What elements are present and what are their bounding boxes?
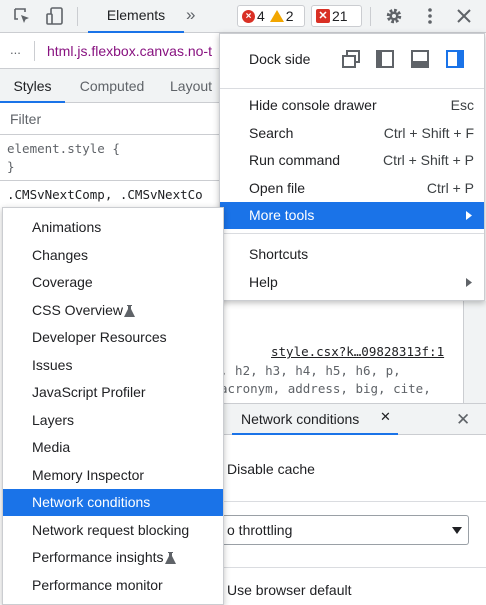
menu-item-network-request-blocking[interactable]: Network request blocking (3, 517, 223, 544)
breadcrumb-dots[interactable]: ... (10, 42, 21, 57)
element-style-close: } (7, 159, 15, 174)
chevron-right-icon (466, 278, 472, 287)
code-line: acronym, address, big, cite, (220, 381, 431, 396)
menu-item-label: Hide console drawer (249, 97, 377, 113)
menu-item-animations[interactable]: Animations (3, 214, 223, 241)
menu-item-label: More tools (249, 207, 315, 223)
experimental-flask-icon (124, 305, 136, 318)
disable-cache-label[interactable]: Disable cache (227, 461, 315, 477)
issues-badge[interactable]: ✕ 21 (311, 5, 362, 27)
menu-item-hide-console-drawer[interactable]: Hide console drawer Esc (220, 92, 484, 119)
throttling-select[interactable]: o throttling (224, 515, 469, 545)
menu-item-media[interactable]: Media (3, 434, 223, 461)
filter-bar: Filter (0, 103, 220, 135)
throttling-value: o throttling (227, 522, 293, 538)
breadcrumb-node[interactable]: html.js.flexbox.canvas.no-t (47, 43, 219, 59)
element-style-rule: element.style { (7, 141, 120, 156)
user-agent-label[interactable]: Use browser default (227, 582, 352, 598)
menu-item-more-tools[interactable]: More tools (220, 202, 484, 229)
issues-count: 21 (332, 8, 348, 24)
network-conditions-tab-label: Network conditions (241, 411, 360, 427)
device-toolbar-icon[interactable] (45, 6, 65, 26)
tab-network-conditions[interactable]: Network conditions ✕ (232, 404, 398, 435)
menu-item-shortcut: Ctrl + Shift + F (383, 125, 474, 141)
more-options-kebab-icon[interactable] (420, 6, 440, 26)
dock-right-icon[interactable] (446, 50, 464, 68)
console-counts-badge[interactable]: × 4 2 (237, 5, 305, 27)
dock-side-label: Dock side (249, 51, 311, 67)
warning-count: 2 (285, 8, 294, 24)
menu-item-performance-monitor[interactable]: Performance monitor (3, 572, 223, 599)
menu-item-help[interactable]: Help (220, 269, 484, 296)
tab-computed[interactable]: Computed (68, 69, 156, 103)
menu-item-changes[interactable]: Changes (3, 242, 223, 269)
styles-code-area: style.csx?k…09828313f:1 , h2, h3, h4, h5… (220, 301, 486, 403)
close-devtools-icon[interactable] (454, 6, 474, 26)
source-link[interactable]: style.csx?k…09828313f:1 (271, 344, 444, 359)
menu-item-open-file[interactable]: Open file Ctrl + P (220, 175, 484, 202)
styles-subtabs: Styles Computed Layout (0, 69, 220, 103)
menu-item-label: Help (249, 274, 278, 290)
more-tools-submenu: Animations Changes Coverage CSS Overview… (2, 207, 224, 605)
warning-icon (269, 10, 284, 22)
menu-item-shortcut: Esc (450, 97, 474, 113)
code-line: , h2, h3, h4, h5, h6, p, (220, 363, 401, 378)
dock-bottom-icon[interactable] (411, 50, 429, 68)
drawer-tabs: Network conditions ✕ ✕ (224, 403, 486, 435)
experimental-flask-icon (164, 552, 176, 565)
error-icon: × (242, 9, 255, 23)
menu-item-search[interactable]: Search Ctrl + Shift + F (220, 120, 484, 147)
chevron-down-icon (452, 527, 462, 534)
menu-item-label: Performance insights (32, 549, 164, 565)
menu-item-performance-insights[interactable]: Performance insights (3, 544, 223, 571)
menu-item-layers[interactable]: Layers (3, 407, 223, 434)
menu-item-css-overview[interactable]: CSS Overview (3, 297, 223, 324)
menu-item-label: Open file (249, 180, 306, 196)
menu-item-shortcut: Ctrl + Shift + P (382, 152, 474, 168)
menu-item-label: Search (249, 125, 294, 141)
network-conditions-panel: Disable cache o throttling Use browser d… (224, 435, 486, 605)
main-menu: Dock side Hide console drawer Esc Search… (219, 33, 485, 301)
menu-item-label: Shortcuts (249, 246, 309, 262)
menu-item-coverage[interactable]: Coverage (3, 269, 223, 296)
menu-item-network-conditions[interactable]: Network conditions (3, 489, 223, 516)
issues-icon: ✕ (316, 9, 330, 23)
close-drawer-icon[interactable]: ✕ (456, 410, 470, 430)
filter-input[interactable]: Filter (10, 111, 41, 127)
styles-pane: element.style { } .CMSvNextComp, .CMSvNe… (0, 135, 220, 205)
settings-gear-icon[interactable] (384, 6, 404, 26)
menu-item-shortcut: Ctrl + P (426, 180, 474, 196)
devtools-toolbar: Elements » × 4 2 ✕ 21 (0, 0, 486, 33)
dock-left-icon[interactable] (376, 50, 394, 68)
tab-elements[interactable]: Elements (88, 0, 184, 33)
tab-layout[interactable]: Layout (160, 69, 220, 103)
menu-item-memory-inspector[interactable]: Memory Inspector (3, 462, 223, 489)
close-tab-icon[interactable]: ✕ (380, 409, 391, 425)
menu-item-label: CSS Overview (32, 302, 124, 318)
error-count: 4 (257, 8, 265, 24)
css-selector: .CMSvNextComp, .CMSvNextCo (7, 187, 203, 202)
menu-item-run-command[interactable]: Run command Ctrl + Shift + P (220, 147, 484, 174)
menu-item-javascript-profiler[interactable]: JavaScript Profiler (3, 379, 223, 406)
menu-item-label: Run command (249, 152, 341, 168)
more-tabs-button[interactable]: » (186, 5, 195, 25)
inspect-element-icon[interactable] (12, 6, 32, 26)
undock-icon[interactable] (342, 50, 360, 68)
menu-item-issues[interactable]: Issues (3, 352, 223, 379)
tab-styles[interactable]: Styles (0, 69, 65, 103)
chevron-right-icon (466, 211, 472, 220)
menu-item-shortcuts[interactable]: Shortcuts (220, 241, 484, 268)
menu-item-developer-resources[interactable]: Developer Resources (3, 324, 223, 351)
breadcrumb-bar: ... html.js.flexbox.canvas.no-t (0, 33, 220, 69)
